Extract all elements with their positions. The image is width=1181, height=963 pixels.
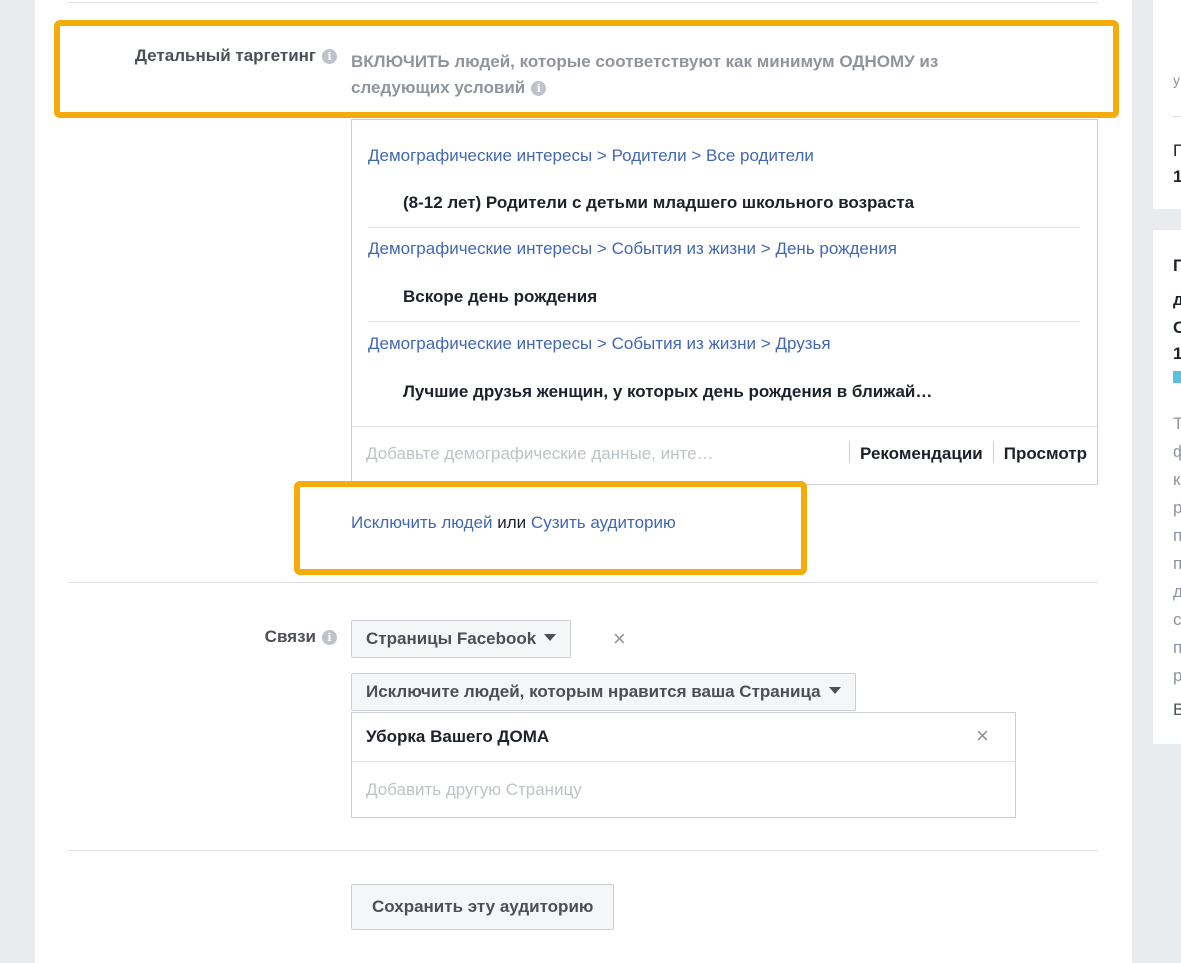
path-separator: >: [760, 334, 771, 353]
detailed-targeting-label-wrap: Детальный таргетинг i: [65, 46, 337, 66]
exclude-narrow-links: Исключить людей или Сузить аудиторию: [351, 513, 676, 533]
section-divider: [68, 850, 1098, 851]
or-text: или: [497, 513, 527, 532]
side-text: ф: [1173, 442, 1181, 461]
side-text: р: [1173, 498, 1181, 517]
side-text: 1: [1173, 344, 1181, 363]
connections-label: Связи: [264, 627, 316, 646]
path-segment[interactable]: Друзья: [775, 334, 830, 353]
close-icon[interactable]: ×: [976, 723, 989, 749]
path-segment[interactable]: Все родители: [706, 146, 814, 165]
detailed-targeting-label: Детальный таргетинг: [134, 46, 316, 65]
path-segment[interactable]: Родители: [612, 146, 687, 165]
side-divider: [1173, 116, 1181, 117]
selected-page: Уборка Вашего ДОМА: [366, 727, 550, 746]
separator: [849, 441, 851, 463]
connections-label-wrap: Связи i: [65, 627, 337, 647]
path-separator: >: [596, 334, 607, 353]
targeting-actions: Рекомендации Просмотр: [839, 441, 1087, 464]
connections-type-label: Страницы Facebook: [366, 629, 537, 648]
side-text: р: [1173, 666, 1181, 685]
path-separator: >: [596, 239, 607, 258]
exclude-people-link[interactable]: Исключить людей: [351, 513, 493, 532]
side-panel-bottom: П д С 1 Т ф к р п п д с п р В: [1153, 230, 1181, 744]
top-divider: [68, 2, 1098, 3]
side-text: 1: [1173, 167, 1181, 186]
include-text-line2-wrap: следующих условий i: [351, 75, 1051, 101]
path-separator: >: [596, 146, 607, 165]
side-text: п: [1173, 554, 1181, 573]
path-segment[interactable]: Демографические интересы: [368, 146, 592, 165]
side-text: п: [1173, 638, 1181, 657]
side-text: С: [1173, 318, 1181, 337]
targeting-item[interactable]: Вскоре день рождения: [403, 287, 597, 307]
path-segment[interactable]: События из жизни: [612, 239, 756, 258]
recommendations-button[interactable]: Рекомендации: [860, 444, 983, 463]
group-divider: [368, 227, 1080, 228]
caret-down-icon: [544, 634, 557, 641]
close-icon[interactable]: ×: [613, 626, 626, 652]
side-text: П: [1173, 256, 1181, 275]
side-text: к: [1173, 470, 1181, 489]
audience-editor-panel: Детальный таргетинг i ВКЛЮЧИТЬ людей, кот…: [35, 0, 1132, 963]
path-segment[interactable]: События из жизни: [612, 334, 756, 353]
path-segment[interactable]: Демографические интересы: [368, 334, 592, 353]
separator: [992, 441, 994, 463]
side-text: д: [1173, 582, 1181, 601]
include-condition: ВКЛЮЧИТЬ людей, которые соответствуют ка…: [351, 49, 1051, 101]
narrow-audience-link[interactable]: Сузить аудиторию: [531, 513, 676, 532]
path-separator: >: [760, 239, 771, 258]
save-audience-button[interactable]: Сохранить эту аудиторию: [351, 884, 615, 930]
exclude-page-fans-label: Исключите людей, которым нравится ваша С…: [366, 682, 821, 701]
side-text: П: [1173, 141, 1181, 160]
caret-down-icon: [828, 687, 841, 694]
targeting-path: Демографические интересы > События из жи…: [368, 239, 897, 259]
path-segment[interactable]: Демографические интересы: [368, 239, 592, 258]
side-panel-top: у П 1: [1153, 0, 1181, 209]
side-text: В: [1173, 700, 1181, 719]
side-text: д: [1173, 290, 1181, 309]
selected-page-row: Уборка Вашего ДОМА ×: [352, 713, 1015, 762]
info-icon[interactable]: i: [531, 81, 547, 96]
browse-button[interactable]: Просмотр: [1004, 444, 1087, 463]
include-text-line2: следующих условий: [351, 78, 526, 97]
targeting-item[interactable]: Лучшие друзья женщин, у которых день рож…: [403, 382, 932, 402]
accent-bar: [1173, 371, 1181, 383]
side-text: с: [1173, 610, 1181, 629]
side-text: п: [1173, 526, 1181, 545]
side-text: Т: [1173, 414, 1181, 433]
exclude-page-fans-dropdown[interactable]: Исключите людей, которым нравится ваша С…: [351, 673, 856, 711]
path-separator: >: [691, 146, 702, 165]
detailed-targeting-box: Демографические интересы > Родители > Вс…: [351, 119, 1098, 485]
pages-selector: Уборка Вашего ДОМА × Добавить другую Стр…: [351, 712, 1016, 818]
info-icon[interactable]: i: [322, 630, 337, 645]
targeting-item[interactable]: (8-12 лет) Родители с детьми младшего шк…: [403, 193, 914, 213]
group-divider: [368, 321, 1080, 322]
targeting-path: Демографические интересы > Родители > Вс…: [368, 146, 814, 166]
connections-type-dropdown[interactable]: Страницы Facebook: [351, 620, 572, 658]
targeting-input-row: Добавьте демографические данные, инте… Р…: [352, 426, 1097, 484]
info-icon[interactable]: i: [322, 49, 337, 64]
add-page-input[interactable]: Добавить другую Страницу: [366, 780, 582, 800]
side-text: у: [1173, 72, 1180, 88]
section-divider: [68, 582, 1098, 583]
targeting-path: Демографические интересы > События из жи…: [368, 334, 831, 354]
path-segment[interactable]: День рождения: [775, 239, 897, 258]
targeting-search-input[interactable]: Добавьте демографические данные, инте…: [366, 444, 714, 464]
include-text-line1: ВКЛЮЧИТЬ людей, которые соответствуют ка…: [351, 52, 939, 71]
